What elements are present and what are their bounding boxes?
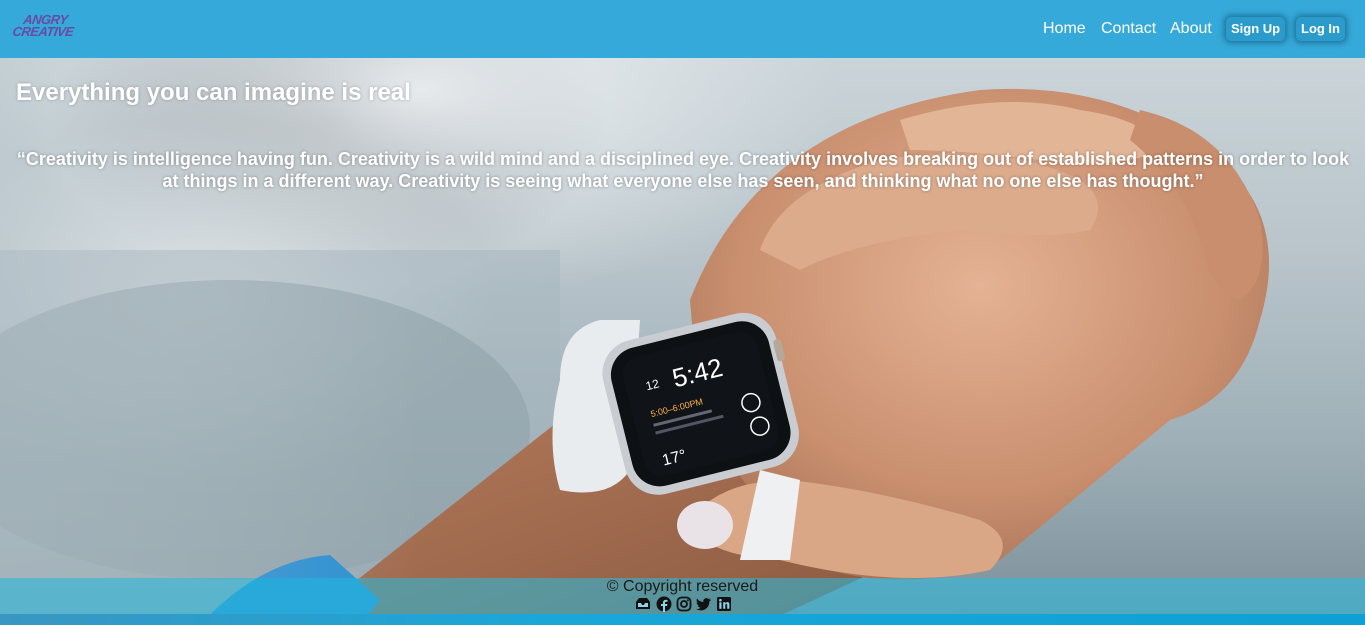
twitter-icon[interactable] [696,596,712,612]
mail-icon[interactable] [635,596,651,612]
copyright-text: © Copyright reserved [606,578,759,595]
linkedin-icon[interactable] [716,596,732,612]
top-navbar: ANGRY CREATIVE Home Contact About Sign U… [0,0,1365,58]
footer-bottom-strip [0,614,1365,625]
nav-link-contact[interactable]: Contact [1101,19,1156,39]
angry-creative-logo[interactable]: ANGRY CREATIVE [11,12,79,44]
log-in-button[interactable]: Log In [1296,17,1345,41]
nav-link-about[interactable]: About [1170,19,1212,39]
hero-quote: “Creativity is intelligence having fun. … [16,149,1350,191]
sign-up-button[interactable]: Sign Up [1226,17,1286,41]
nav-link-home[interactable]: Home [1043,19,1086,39]
page-footer: © Copyright reserved [0,578,1365,614]
hero-headline: Everything you can imagine is real [16,79,411,106]
logo-line-2: CREATIVE [11,24,75,39]
instagram-icon[interactable] [676,596,692,612]
facebook-icon[interactable] [656,596,672,612]
